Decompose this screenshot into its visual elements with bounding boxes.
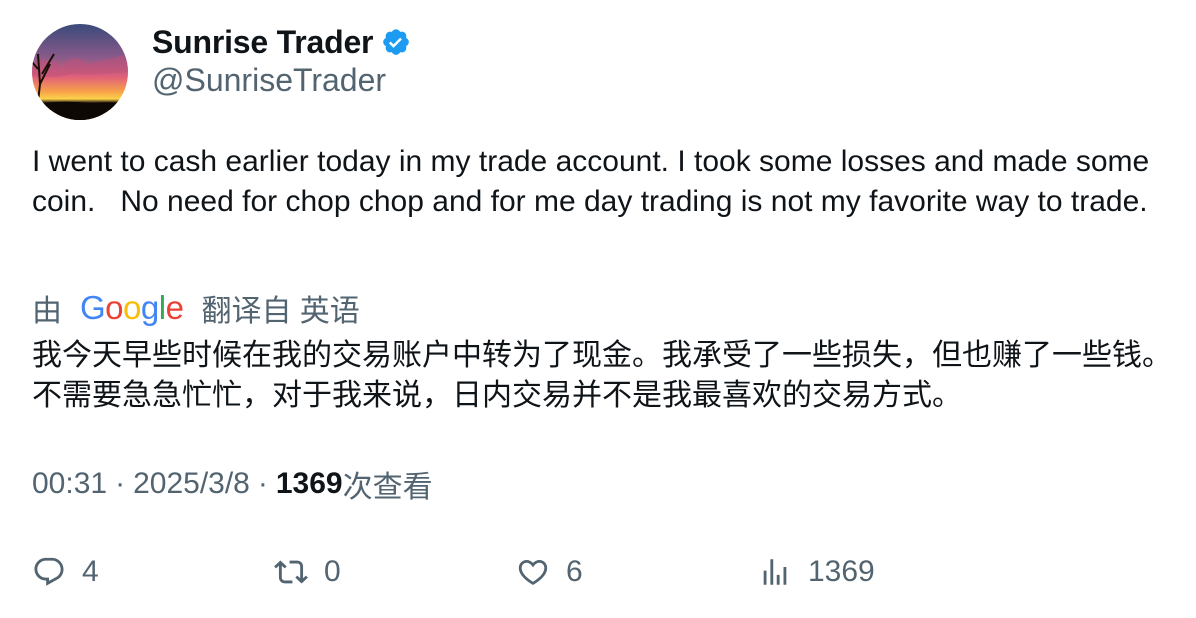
- tweet-time[interactable]: 00:31: [32, 467, 107, 501]
- translation-attribution: 由 Google 翻译自 英语: [32, 288, 360, 328]
- author-name-row: Sunrise Trader: [152, 22, 411, 62]
- like-button[interactable]: 6: [516, 552, 583, 592]
- avatar-image: [32, 24, 128, 120]
- author-display-name[interactable]: Sunrise Trader: [152, 24, 373, 61]
- google-logo[interactable]: Google: [80, 289, 184, 327]
- like-icon: [518, 559, 548, 585]
- views-button[interactable]: 1369: [758, 552, 875, 592]
- author-handle[interactable]: @SunriseTrader: [152, 62, 386, 99]
- views-action-count: 1369: [808, 555, 875, 588]
- action-bar: 4 0 6 1369: [32, 552, 1172, 592]
- views-count: 1369: [275, 467, 343, 500]
- retweet-button[interactable]: 0: [274, 552, 341, 592]
- tweet-text: I went to cash earlier today in my trade…: [32, 145, 1158, 218]
- views-icon: [763, 559, 787, 585]
- translation-suffix: 翻译自 英语: [201, 295, 360, 328]
- tweet-date[interactable]: 2025/3/8: [133, 467, 250, 501]
- translation-prefix: 由: [32, 295, 62, 328]
- tweet-meta: 00:31 · 2025/3/8 · 1369 次查看: [32, 464, 433, 504]
- avatar[interactable]: [32, 24, 128, 120]
- translated-tweet-text: 我今天早些时候在我的交易账户中转为了现金。我承受了一些损失，但也赚了一些钱。不需…: [32, 338, 1172, 413]
- reply-button[interactable]: 4: [32, 552, 99, 592]
- meta-separator: ·: [115, 467, 126, 500]
- reply-icon: [34, 557, 64, 586]
- like-count: 6: [566, 555, 583, 588]
- meta-separator: ·: [257, 467, 268, 500]
- views-label: 次查看: [342, 471, 433, 504]
- reply-count: 4: [82, 555, 99, 588]
- retweet-icon: [274, 560, 308, 584]
- verified-badge-icon: [381, 27, 411, 57]
- retweet-count: 0: [324, 555, 341, 588]
